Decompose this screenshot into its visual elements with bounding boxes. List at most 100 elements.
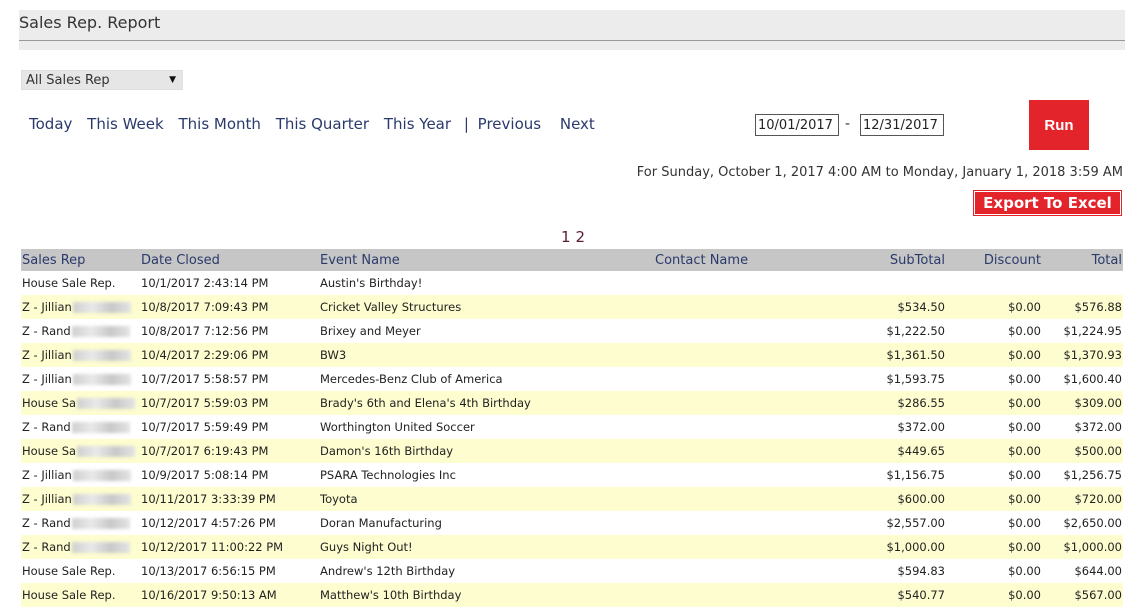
table-row[interactable]: House Sa 10/7/2017 5:59:03 PM Brady's 6th … [21, 391, 1123, 415]
table-row[interactable]: Z - Jillian 10/8/2017 7:09:43 PM Cricket V… [21, 295, 1123, 319]
redacted-name-blur [72, 350, 131, 361]
subtotal-cell: $594.83 [834, 559, 946, 583]
subtotal-cell-text: $1,593.75 [886, 372, 945, 386]
date-closed-cell-text: 10/13/2017 6:56:15 PM [141, 564, 276, 578]
event-name-cell-text: Matthew's 10th Birthday [320, 588, 462, 602]
subtotal-cell: $372.00 [834, 415, 946, 439]
caret-down-icon: ▼ [169, 75, 176, 85]
date-closed-cell: 10/7/2017 5:58:57 PM [140, 367, 319, 391]
sales-rep-cell: House Sale Rep. [21, 559, 140, 583]
total-cell-text: $1,256.75 [1063, 468, 1122, 482]
table-row[interactable]: Z - Jillian 10/4/2017 2:29:06 PM BW3 $1,361… [21, 343, 1123, 367]
total-cell: $1,370.93 [1042, 343, 1123, 367]
date-closed-cell: 10/4/2017 2:29:06 PM [140, 343, 319, 367]
range-this-year-link[interactable]: This Year [384, 115, 451, 133]
table-row[interactable]: Z - Rand 10/12/2017 4:57:26 PM Doran Manuf… [21, 511, 1123, 535]
previous-link[interactable]: Previous [478, 115, 541, 133]
redacted-name-blur [72, 470, 131, 481]
table-body: House Sale Rep. 10/1/2017 2:43:14 PM Austi… [21, 271, 1123, 607]
table-row[interactable]: Z - Rand 10/8/2017 7:12:56 PM Brixey and M… [21, 319, 1123, 343]
subtotal-cell-text: $540.77 [897, 588, 945, 602]
subtotal-cell: $1,361.50 [834, 343, 946, 367]
total-cell: $1,256.75 [1042, 463, 1123, 487]
page-link-2[interactable]: 2 [576, 228, 586, 246]
table-row[interactable]: House Sale Rep. 10/16/2017 9:50:13 AM Matt… [21, 583, 1123, 607]
next-link[interactable]: Next [560, 115, 595, 133]
run-button[interactable]: Run [1029, 100, 1089, 150]
col-subtotal[interactable]: SubTotal [834, 249, 946, 271]
discount-cell-text: $0.00 [1008, 444, 1041, 458]
export-to-excel-button[interactable]: Export To Excel [973, 190, 1122, 216]
table-row[interactable]: Z - Jillian 10/11/2017 3:33:39 PM Toyota $6… [21, 487, 1123, 511]
total-cell-text: $500.00 [1074, 444, 1122, 458]
date-closed-cell-text: 10/1/2017 2:43:14 PM [141, 276, 269, 290]
date-closed-cell: 10/11/2017 3:33:39 PM [140, 487, 319, 511]
sales-report-table: Sales Rep Date Closed Event Name Contact… [21, 249, 1123, 607]
subtotal-cell-text: $286.55 [897, 396, 945, 410]
discount-cell: $0.00 [946, 367, 1042, 391]
date-closed-cell-text: 10/16/2017 9:50:13 AM [141, 588, 277, 602]
table-row[interactable]: Z - Jillian 10/9/2017 5:08:14 PM PSARA Tec… [21, 463, 1123, 487]
event-name-cell-text: Worthington United Soccer [320, 420, 475, 434]
sales-rep-cell-text: Z - Jillian [22, 468, 72, 482]
date-closed-cell-text: 10/9/2017 5:08:14 PM [141, 468, 269, 482]
end-date-input[interactable] [860, 114, 944, 136]
subtotal-cell: $1,156.75 [834, 463, 946, 487]
event-name-cell-text: Guys Night Out! [320, 540, 413, 554]
event-name-cell: Damon's 16th Birthday [319, 439, 654, 463]
table-row[interactable]: Z - Jillian 10/7/2017 5:58:57 PM Mercedes-… [21, 367, 1123, 391]
discount-cell: $0.00 [946, 583, 1042, 607]
discount-cell-text: $0.00 [1008, 492, 1041, 506]
range-this-week-link[interactable]: This Week [87, 115, 164, 133]
page-link-1[interactable]: 1 [561, 228, 571, 246]
col-event-name[interactable]: Event Name [319, 249, 654, 271]
event-name-cell: Brady's 6th and Elena's 4th Birthday [319, 391, 654, 415]
sales-rep-cell: House Sa [21, 391, 140, 415]
discount-cell-text: $0.00 [1008, 468, 1041, 482]
range-this-month-link[interactable]: This Month [178, 115, 260, 133]
total-cell: $576.88 [1042, 295, 1123, 319]
table-row[interactable]: House Sale Rep. 10/1/2017 2:43:14 PM Austi… [21, 271, 1123, 295]
redacted-name-blur [71, 326, 130, 337]
start-date-input[interactable] [755, 114, 839, 136]
contact-name-cell [654, 439, 834, 463]
table-row[interactable]: Z - Rand 10/12/2017 11:00:22 PM Guys Night… [21, 535, 1123, 559]
date-closed-cell: 10/8/2017 7:12:56 PM [140, 319, 319, 343]
event-name-cell: Andrew's 12th Birthday [319, 559, 654, 583]
date-closed-cell: 10/9/2017 5:08:14 PM [140, 463, 319, 487]
redacted-name-blur [72, 494, 131, 505]
contact-name-cell [654, 271, 834, 295]
discount-cell-text: $0.00 [1008, 420, 1041, 434]
date-closed-cell: 10/16/2017 9:50:13 AM [140, 583, 319, 607]
event-name-cell-text: PSARA Technologies Inc [320, 468, 456, 482]
sales-rep-select-value: All Sales Rep [26, 73, 110, 88]
event-name-cell-text: Cricket Valley Structures [320, 300, 462, 314]
range-today-link[interactable]: Today [29, 115, 72, 133]
pagination: 12 [561, 228, 590, 246]
total-cell-text: $720.00 [1074, 492, 1122, 506]
sales-rep-cell: Z - Rand [21, 319, 140, 343]
col-discount[interactable]: Discount [946, 249, 1042, 271]
sales-rep-cell-text: Z - Rand [22, 516, 71, 530]
sales-rep-select[interactable]: All Sales Rep ▼ [21, 70, 183, 90]
total-cell-text: $567.00 [1074, 588, 1122, 602]
col-date-closed[interactable]: Date Closed [140, 249, 319, 271]
col-sales-rep[interactable]: Sales Rep [21, 249, 140, 271]
redacted-name-blur [77, 398, 136, 409]
contact-name-cell [654, 463, 834, 487]
discount-cell-text: $0.00 [1008, 324, 1041, 338]
col-contact-name[interactable]: Contact Name [654, 249, 834, 271]
subtotal-cell: $540.77 [834, 583, 946, 607]
sales-rep-cell-text: House Sale Rep. [22, 276, 116, 290]
date-closed-cell-text: 10/8/2017 7:12:56 PM [141, 324, 269, 338]
date-closed-cell-text: 10/12/2017 11:00:22 PM [141, 540, 284, 554]
table-row[interactable]: House Sale Rep. 10/13/2017 6:56:15 PM Andr… [21, 559, 1123, 583]
table-row[interactable]: Z - Rand 10/7/2017 5:59:49 PM Worthington … [21, 415, 1123, 439]
contact-name-cell [654, 415, 834, 439]
range-this-quarter-link[interactable]: This Quarter [276, 115, 369, 133]
subtotal-cell-text: $449.65 [897, 444, 945, 458]
sales-rep-cell-text: House Sale Rep. [22, 588, 116, 602]
col-total[interactable]: Total [1042, 249, 1123, 271]
total-cell: $309.00 [1042, 391, 1123, 415]
table-row[interactable]: House Sa 10/7/2017 6:19:43 PM Damon's 16th… [21, 439, 1123, 463]
